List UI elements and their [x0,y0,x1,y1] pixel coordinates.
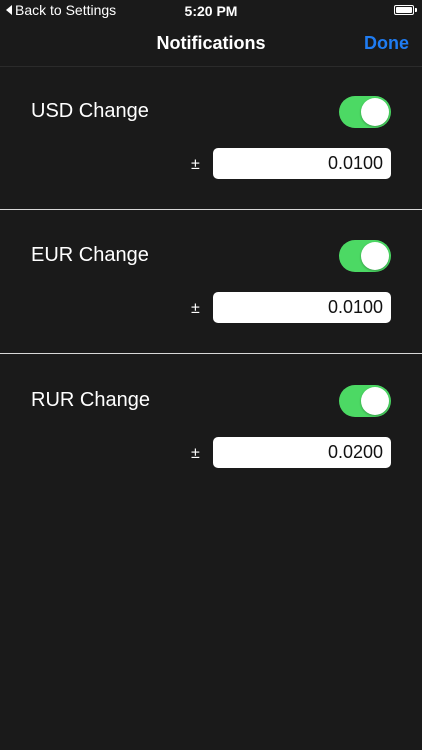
plus-minus-label: ± [191,445,200,462]
toggle-knob [361,242,389,270]
usd-section: USD Change ± [0,66,422,210]
status-time: 5:20 PM [184,3,238,19]
eur-threshold-input[interactable] [213,292,391,323]
eur-change-label: EUR Change [31,244,149,266]
section-divider [0,353,422,354]
toggle-knob [361,387,389,415]
battery-icon [394,5,414,15]
rur-change-label: RUR Change [31,389,150,411]
usd-change-label: USD Change [31,100,149,122]
rur-threshold-input[interactable] [213,437,391,468]
eur-change-toggle[interactable] [339,240,391,272]
usd-change-toggle[interactable] [339,96,391,128]
plus-minus-label: ± [191,300,200,317]
page-title: Notifications [156,33,266,53]
eur-section: EUR Change ± [0,210,422,354]
nav-bar: Notifications Done [0,20,422,67]
toggle-knob [361,98,389,126]
rur-section: RUR Change ± [0,355,422,499]
done-button[interactable]: Done [364,33,409,54]
battery-tip [415,8,417,12]
usd-threshold-input[interactable] [213,148,391,179]
plus-minus-label: ± [191,156,200,173]
rur-change-toggle[interactable] [339,385,391,417]
status-bar: Back to Settings 5:20 PM [0,0,422,20]
